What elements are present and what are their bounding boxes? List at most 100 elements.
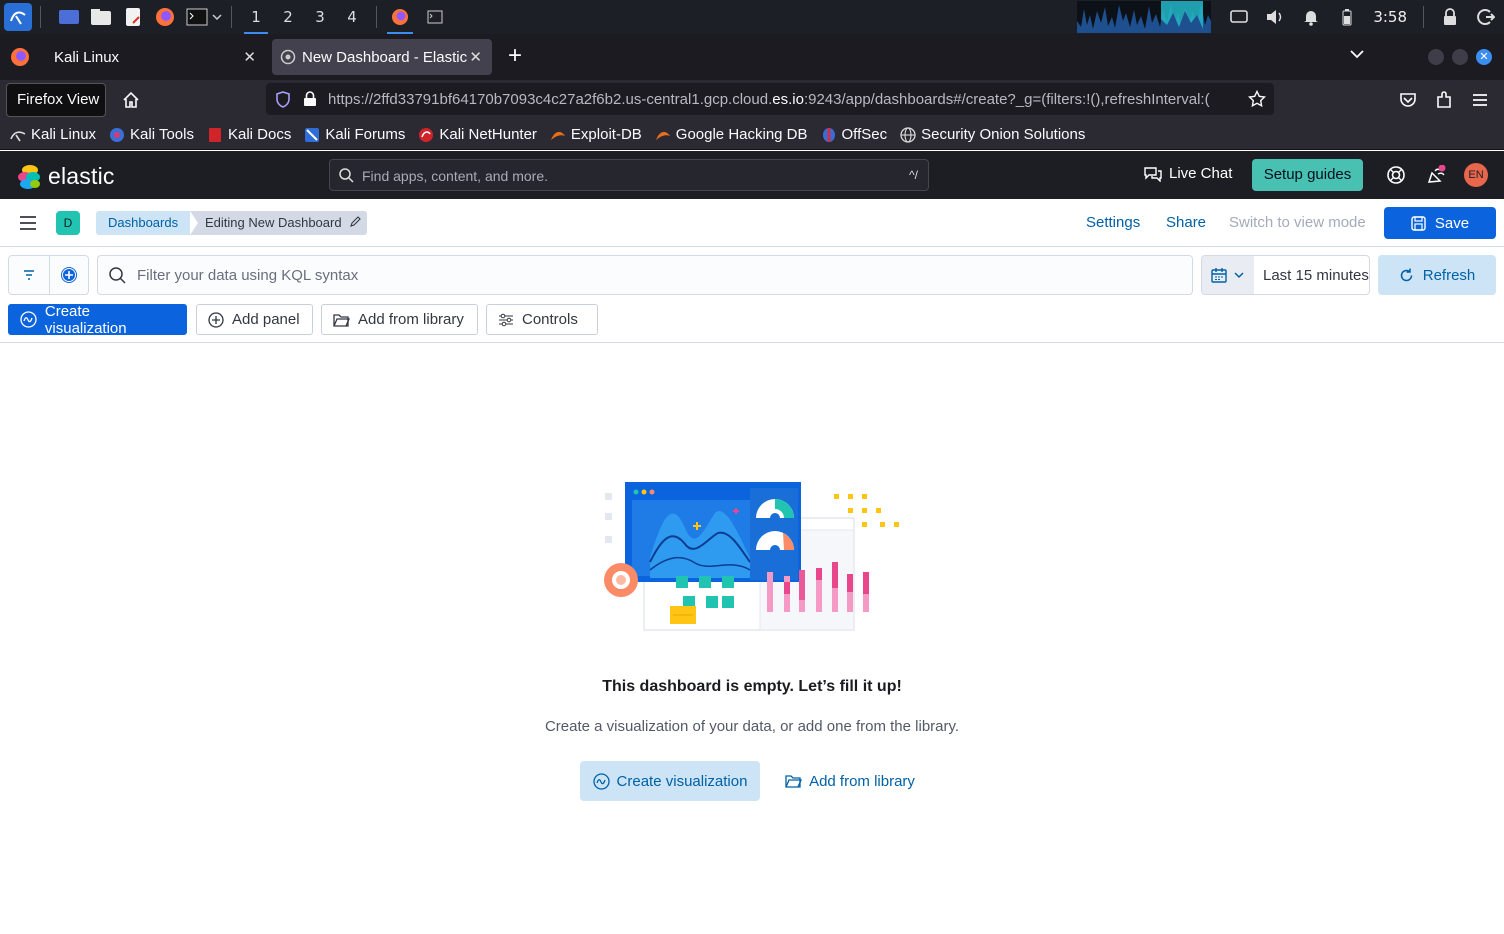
share-link[interactable]: Share — [1166, 214, 1206, 231]
text-editor-icon[interactable] — [121, 6, 145, 28]
bookmark-kali-tools[interactable]: Kali Tools — [109, 126, 194, 143]
exploit-db-icon — [550, 127, 566, 143]
help-icon[interactable] — [1386, 165, 1406, 185]
bookmark-google-hacking-db[interactable]: Google Hacking DB — [655, 126, 808, 143]
elastic-favicon-icon — [280, 49, 296, 65]
save-icon — [1411, 215, 1426, 231]
browser-nav-bar: https://2ffd33791bf64170b7093c4c27a2f6b2… — [0, 80, 1504, 120]
live-chat-button[interactable]: Live Chat — [1144, 165, 1232, 182]
kql-search-input[interactable]: Filter your data using KQL syntax — [97, 255, 1193, 295]
bookmark-kali-nethunter[interactable]: Kali NetHunter — [418, 126, 537, 143]
system-tray: 3:58 — [1077, 0, 1504, 34]
breadcrumb-current-label: Editing New Dashboard — [205, 215, 342, 230]
workspace-3[interactable]: 3 — [304, 0, 336, 34]
close-window-button[interactable]: ✕ — [1476, 49, 1492, 65]
extensions-icon[interactable] — [1435, 91, 1453, 114]
visualize-icon — [592, 772, 610, 790]
browser-tab-new-dashboard[interactable]: New Dashboard - Elastic ✕ — [272, 39, 492, 75]
add-panel-button[interactable]: Add panel — [196, 304, 313, 335]
bookmark-kali-linux[interactable]: Kali Linux — [10, 126, 96, 143]
visualize-icon — [20, 311, 37, 328]
minimize-window-button[interactable] — [1428, 49, 1444, 65]
new-tab-button[interactable]: + — [504, 43, 526, 69]
calendar-icon — [1211, 268, 1227, 283]
breadcrumb-current[interactable]: Editing New Dashboard — [190, 211, 367, 235]
lock-screen-icon[interactable] — [1439, 6, 1461, 28]
clock: 3:58 — [1373, 8, 1407, 26]
url-bar[interactable]: https://2ffd33791bf64170b7093c4c27a2f6b2… — [266, 83, 1274, 115]
breadcrumb-bar: D Dashboards Editing New Dashboard Setti… — [0, 199, 1504, 247]
add-from-library-button[interactable]: Add from library — [321, 304, 478, 335]
firefox-window-button[interactable] — [385, 0, 415, 34]
chat-icon — [1144, 166, 1162, 182]
bookmark-offsec[interactable]: OffSec — [821, 126, 887, 143]
logout-icon[interactable] — [1475, 6, 1497, 28]
volume-icon[interactable] — [1264, 6, 1286, 28]
switch-to-view-mode-link[interactable]: Switch to view mode — [1229, 214, 1366, 231]
empty-add-from-library-button[interactable]: Add from library — [782, 761, 918, 801]
os-taskbar: 1 2 3 4 3:58 — [0, 0, 1504, 34]
offsec-icon — [821, 127, 837, 143]
bookmark-exploit-db[interactable]: Exploit-DB — [550, 126, 642, 143]
workspace-4[interactable]: 4 — [336, 0, 368, 34]
pocket-icon[interactable] — [1399, 91, 1417, 114]
space-selector[interactable]: D — [56, 211, 80, 235]
notification-bell-icon[interactable] — [1300, 6, 1322, 28]
home-icon[interactable] — [122, 91, 140, 114]
empty-title: This dashboard is empty. Let’s fill it u… — [602, 678, 902, 695]
create-visualization-button[interactable]: Create visualization — [8, 303, 187, 337]
refresh-button[interactable]: Refresh — [1378, 255, 1496, 295]
controls-button[interactable]: Controls — [486, 304, 598, 335]
browser-tab-bar: Kali Linux ✕ New Dashboard - Elastic ✕ +… — [0, 34, 1504, 80]
kali-menu-icon[interactable] — [4, 3, 32, 31]
folder-open-icon — [785, 775, 803, 788]
maximize-window-button[interactable] — [1452, 49, 1468, 65]
quick-date-menu[interactable] — [1202, 256, 1254, 294]
breadcrumb-dashboards[interactable]: Dashboards — [96, 211, 190, 235]
terminal-window-icon[interactable] — [423, 6, 447, 28]
display-icon[interactable] — [1228, 6, 1250, 28]
terminal-icon[interactable] — [185, 6, 209, 28]
empty-create-visualization-button[interactable]: Create visualization — [580, 761, 760, 801]
save-button[interactable]: Save — [1384, 207, 1496, 239]
settings-link[interactable]: Settings — [1086, 214, 1140, 231]
workspace-2[interactable]: 2 — [272, 0, 304, 34]
empty-dashboard: This dashboard is empty. Let’s fill it u… — [0, 344, 1504, 934]
firefox-view-icon[interactable] — [10, 47, 30, 72]
workspace-1[interactable]: 1 — [240, 0, 272, 34]
global-search-input[interactable]: Find apps, content, and more. ^/ — [329, 159, 929, 191]
query-bar: Filter your data using KQL syntax Last 1… — [0, 247, 1504, 343]
plus-circle-icon — [208, 311, 224, 328]
firefox-icon[interactable] — [153, 6, 177, 28]
refresh-icon — [1400, 268, 1412, 281]
app-menu-icon[interactable] — [1471, 92, 1489, 113]
setup-guides-button[interactable]: Setup guides — [1252, 159, 1363, 191]
lock-icon[interactable] — [303, 91, 317, 107]
bookmark-security-onion[interactable]: Security Onion Solutions — [900, 126, 1085, 143]
empty-description: Create a visualization of your data, or … — [544, 718, 960, 735]
elastic-logo[interactable]: elastic — [16, 163, 115, 190]
bookmark-kali-docs[interactable]: Kali Docs — [207, 126, 291, 143]
bookmark-star-icon[interactable] — [1248, 90, 1266, 108]
user-avatar[interactable]: EN — [1464, 163, 1488, 187]
globe-icon — [900, 126, 916, 143]
hamburger-menu-icon[interactable] — [19, 215, 37, 231]
close-tab-icon[interactable]: ✕ — [469, 48, 482, 66]
battery-icon[interactable] — [1336, 6, 1358, 28]
search-shortcut: ^/ — [909, 168, 918, 182]
desktop-icon[interactable] — [57, 6, 81, 28]
list-all-tabs-icon[interactable] — [1350, 46, 1364, 64]
file-manager-icon[interactable] — [89, 6, 113, 28]
browser-tab-kali-linux[interactable]: Kali Linux ✕ — [44, 39, 266, 75]
add-filter-icon[interactable] — [60, 266, 78, 284]
close-tab-icon[interactable]: ✕ — [243, 48, 256, 66]
cpu-graph — [1077, 1, 1212, 33]
chevron-down-icon[interactable] — [211, 6, 223, 28]
kql-placeholder: Filter your data using KQL syntax — [137, 267, 359, 284]
filter-menu-icon[interactable] — [23, 270, 35, 280]
news-feed-icon[interactable] — [1426, 165, 1446, 185]
bookmark-kali-forums[interactable]: Kali Forums — [304, 126, 405, 143]
bookmarks-bar: Kali Linux Kali Tools Kali Docs Kali For… — [0, 120, 1504, 150]
date-picker[interactable]: Last 15 minutes — [1201, 255, 1370, 295]
tracking-shield-icon[interactable] — [275, 91, 291, 108]
